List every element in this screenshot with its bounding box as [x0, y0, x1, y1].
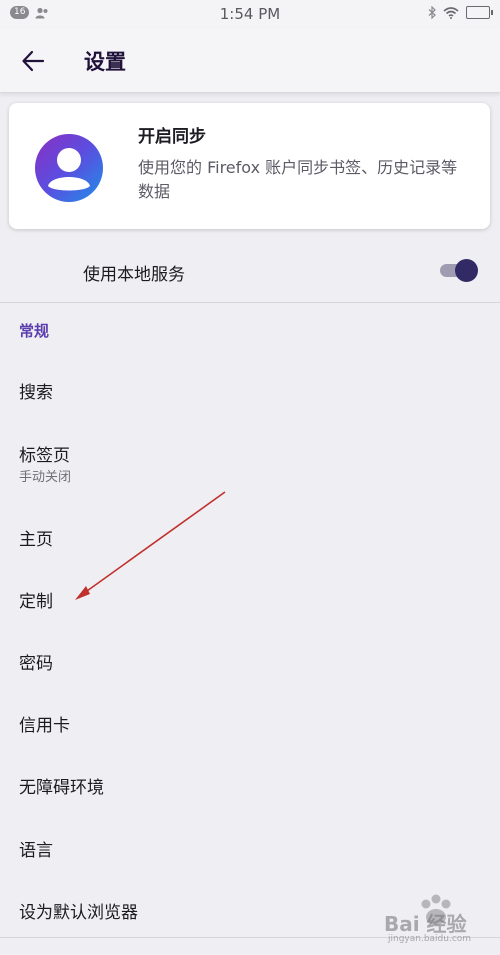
settings-item-search[interactable]: 搜索	[0, 360, 500, 416]
item-label: 主页	[19, 530, 53, 550]
back-button[interactable]	[14, 44, 50, 76]
settings-item-language[interactable]: 语言	[0, 818, 500, 874]
settings-item-credit-cards[interactable]: 信用卡	[0, 693, 500, 749]
item-label: 密码	[19, 654, 53, 674]
local-service-toggle[interactable]	[440, 259, 478, 282]
item-label: 信用卡	[19, 716, 70, 736]
status-right	[428, 6, 493, 19]
toolbar: 设置	[0, 28, 500, 93]
toggle-knob	[455, 259, 478, 282]
watermark: Bai 经验 jingyan.baidu.com	[378, 888, 496, 948]
item-label: 无障碍环境	[19, 778, 104, 798]
item-sublabel: 手动关闭	[19, 470, 72, 485]
section-header-general: 常规	[19, 322, 50, 340]
settings-item-passwords[interactable]: 密码	[0, 631, 500, 687]
settings-item-accessibility[interactable]: 无障碍环境	[0, 755, 500, 811]
settings-item-tabs[interactable]: 标签页 手动关闭	[0, 426, 500, 485]
local-service-label: 使用本地服务	[83, 265, 185, 285]
status-time: 1:54 PM	[219, 5, 281, 23]
item-label: 标签页	[19, 446, 70, 466]
settings-item-homepage[interactable]: 主页	[0, 507, 500, 563]
battery-icon	[466, 6, 493, 19]
local-service-row[interactable]: 使用本地服务	[0, 238, 500, 303]
wifi-icon	[443, 6, 459, 19]
item-label: 定制	[19, 592, 53, 612]
page-title: 设置	[84, 50, 126, 74]
arrow-left-icon	[22, 50, 45, 72]
item-label: 搜索	[19, 383, 53, 403]
status-bar: 16 1:54 PM	[0, 0, 500, 28]
sync-title: 开启同步	[138, 127, 206, 147]
sync-card[interactable]: 开启同步 使用您的 Firefox 账户同步书签、历史记录等数据	[9, 103, 490, 229]
watermark-subtext: jingyan.baidu.com	[388, 934, 472, 944]
bluetooth-icon	[428, 6, 436, 19]
settings-item-customize[interactable]: 定制	[0, 569, 500, 625]
item-label: 设为默认浏览器	[19, 903, 138, 923]
account-avatar-icon	[35, 134, 103, 202]
watermark-text: Bai 经验	[384, 912, 467, 936]
sync-description: 使用您的 Firefox 账户同步书签、历史记录等数据	[138, 158, 458, 201]
item-label: 语言	[19, 841, 53, 861]
